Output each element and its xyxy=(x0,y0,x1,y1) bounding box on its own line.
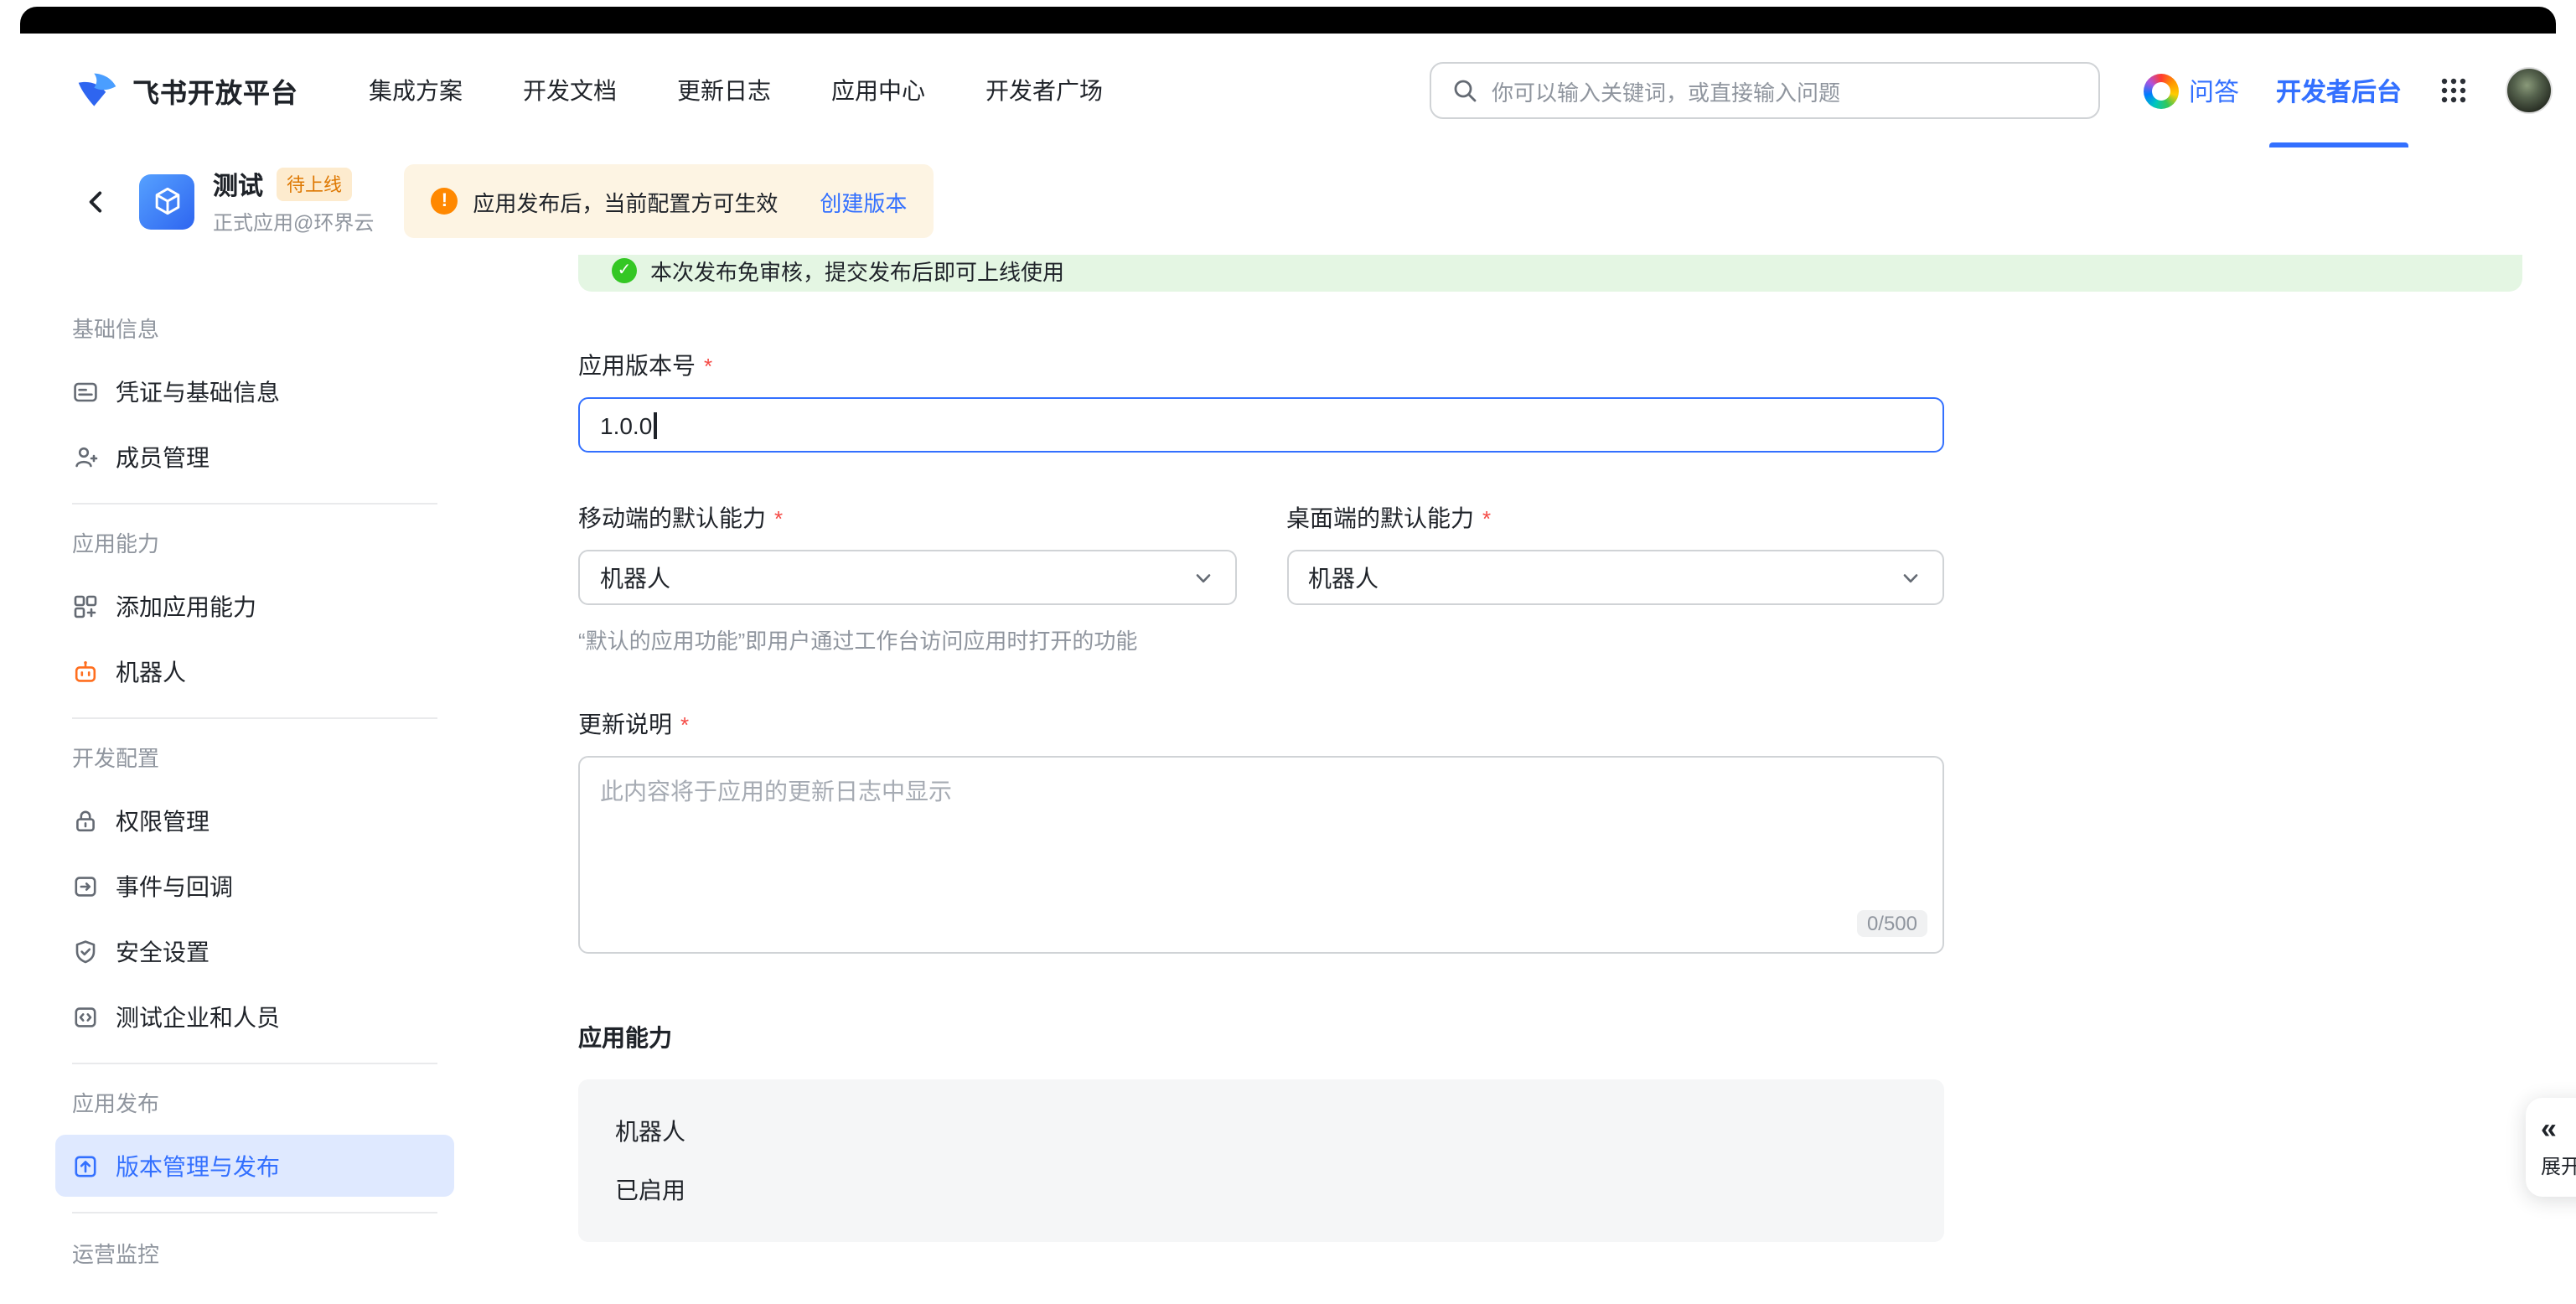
nav-item-docs[interactable]: 开发文档 xyxy=(523,74,617,107)
sidebar-item-members[interactable]: 成员管理 xyxy=(55,426,454,488)
desktop-capability-label: 桌面端的默认能力 xyxy=(1286,501,1944,535)
brand-name: 飞书开放平台 xyxy=(132,70,298,111)
sidebar-divider xyxy=(72,503,437,505)
warning-banner: ! 应用发布后，当前配置方可生效 创建版本 xyxy=(404,164,934,238)
person-icon xyxy=(72,443,99,470)
sidebar-item-permissions[interactable]: 权限管理 xyxy=(55,789,454,851)
capabilities-panel: 机器人 已启用 xyxy=(578,1079,1944,1242)
text-caret xyxy=(654,411,656,438)
capability-name: 机器人 xyxy=(615,1115,1907,1148)
capability-hint: “默认的应用功能”即用户通过工作台访问应用时打开的功能 xyxy=(578,624,1944,655)
search-input[interactable]: 你可以输入关键词，或直接输入问题 xyxy=(1430,62,2100,119)
desktop-capability-select[interactable]: 机器人 xyxy=(1286,550,1944,605)
qa-link[interactable]: 问答 xyxy=(2144,73,2239,108)
sidebar-item-events-callbacks[interactable]: 事件与回调 xyxy=(55,855,454,917)
success-banner: ✓ 本次发布免审核，提交发布后即可上线使用 xyxy=(578,255,2522,292)
main-content: ✓ 本次发布免审核，提交发布后即可上线使用 应用版本号 1.0.0 移动端的默认… xyxy=(578,255,2576,1304)
event-callback-icon xyxy=(72,872,99,899)
chevron-down-icon xyxy=(1191,566,1214,589)
warning-text: 应用发布后，当前配置方可生效 xyxy=(473,185,778,217)
nav-item-changelog[interactable]: 更新日志 xyxy=(677,74,771,107)
mobile-capability-label: 移动端的默认能力 xyxy=(578,501,1236,535)
sidebar-section-dev-config: 开发配置 xyxy=(55,741,454,773)
back-button[interactable] xyxy=(75,181,116,221)
app-bar: 测试 待上线 正式应用@环界云 ! 应用发布后，当前配置方可生效 创建版本 xyxy=(20,147,2556,255)
sidebar-item-version-release[interactable]: 版本管理与发布 xyxy=(55,1135,454,1197)
mobile-capability-select[interactable]: 机器人 xyxy=(578,550,1236,605)
brand[interactable]: 飞书开放平台 xyxy=(75,69,298,112)
top-header: 飞书开放平台 集成方案 开发文档 更新日志 应用中心 开发者广场 你可以输入关键… xyxy=(20,34,2576,147)
capability-status: 已启用 xyxy=(615,1173,1907,1207)
version-input[interactable]: 1.0.0 xyxy=(578,397,1944,453)
update-notes-textarea[interactable] xyxy=(578,756,1944,954)
double-chevron-left-icon: « xyxy=(2541,1115,2576,1143)
robot-icon xyxy=(72,658,99,685)
sidebar-section-capabilities: 应用能力 xyxy=(55,526,454,558)
sidebar-item-credentials[interactable]: 凭证与基础信息 xyxy=(55,360,454,422)
id-card-icon xyxy=(72,378,99,405)
sidebar-item-bot[interactable]: 机器人 xyxy=(55,640,454,702)
add-capability-icon xyxy=(72,592,99,619)
window-titlebar xyxy=(20,7,2556,34)
user-avatar[interactable] xyxy=(2506,67,2553,114)
version-label: 应用版本号 xyxy=(578,349,1944,382)
char-counter: 0/500 xyxy=(1857,910,1927,937)
sidebar-divider xyxy=(72,717,437,719)
sidebar-section-release: 应用发布 xyxy=(55,1086,454,1118)
screen: 飞书开放平台 集成方案 开发文档 更新日志 应用中心 开发者广场 你可以输入关键… xyxy=(0,0,2576,1304)
header-right: 问答 开发者后台 xyxy=(2144,34,2553,147)
search-placeholder: 你可以输入关键词，或直接输入问题 xyxy=(1492,75,1840,106)
app-meta: 测试 待上线 正式应用@环界云 xyxy=(213,167,374,235)
chevron-down-icon xyxy=(1899,566,1922,589)
chevron-left-icon xyxy=(81,187,110,215)
sidebar-divider xyxy=(72,1063,437,1064)
release-form: 应用版本号 1.0.0 移动端的默认能力 机器人 桌面端的默认能力 xyxy=(578,292,1944,1304)
create-version-link[interactable]: 创建版本 xyxy=(820,185,907,217)
app-cube-icon xyxy=(139,173,194,229)
app-subtitle: 正式应用@环界云 xyxy=(213,207,374,235)
sidebar-section-ops-monitor: 运营监控 xyxy=(55,1237,454,1269)
sidebar-divider xyxy=(72,1212,437,1213)
console-label: 开发者后台 xyxy=(2276,73,2402,108)
status-badge: 待上线 xyxy=(277,168,352,201)
search-icon xyxy=(1451,77,1478,104)
code-box-icon xyxy=(72,1003,99,1030)
sidebar: 基础信息 凭证与基础信息 成员管理 应用能力 xyxy=(20,255,503,1304)
lock-icon xyxy=(72,807,99,834)
expand-label: 展开 xyxy=(2541,1151,2576,1180)
success-check-icon: ✓ xyxy=(612,257,637,282)
success-text: 本次发布免审核，提交发布后即可上线使用 xyxy=(650,255,1064,286)
warning-icon: ! xyxy=(431,188,458,215)
update-notes-label: 更新说明 xyxy=(578,707,1944,741)
qa-icon xyxy=(2144,73,2179,108)
nav-item-app-center[interactable]: 应用中心 xyxy=(831,74,925,107)
apps-grid-icon[interactable] xyxy=(2439,75,2469,106)
sidebar-item-add-capability[interactable]: 添加应用能力 xyxy=(55,575,454,637)
sidebar-item-test-org[interactable]: 测试企业和人员 xyxy=(55,986,454,1048)
app-name: 测试 xyxy=(213,167,263,202)
nav-item-integration[interactable]: 集成方案 xyxy=(369,74,463,107)
expand-panel-handle[interactable]: « 展开 xyxy=(2526,1098,2576,1197)
main-nav: 集成方案 开发文档 更新日志 应用中心 开发者广场 xyxy=(369,74,1103,107)
nav-item-dev-plaza[interactable]: 开发者广场 xyxy=(985,74,1103,107)
sidebar-section-basic-info: 基础信息 xyxy=(55,312,454,344)
qa-label: 问答 xyxy=(2189,73,2239,108)
publish-icon xyxy=(72,1152,99,1179)
feishu-logo-icon xyxy=(75,69,119,112)
capabilities-title: 应用能力 xyxy=(578,1021,1944,1054)
shield-check-icon xyxy=(72,938,99,965)
sidebar-item-security[interactable]: 安全设置 xyxy=(55,920,454,982)
tab-developer-console[interactable]: 开发者后台 xyxy=(2276,34,2402,147)
